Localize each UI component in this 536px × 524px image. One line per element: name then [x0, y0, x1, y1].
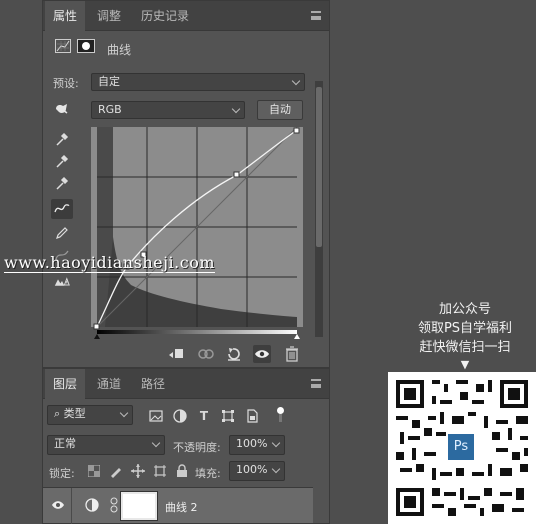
clipping-warning-icon[interactable]	[51, 271, 73, 291]
view-previous-icon[interactable]	[197, 345, 215, 363]
curve-point	[93, 323, 100, 330]
layer-row[interactable]: 曲线 2	[43, 487, 313, 524]
filter-kind-select[interactable]: ⌕ 类型	[47, 405, 133, 425]
curves-adjustment-icon	[83, 496, 101, 514]
lock-label: 锁定:	[49, 467, 75, 480]
panel-menu-icon[interactable]	[311, 379, 321, 388]
fill-input[interactable]: 100%	[229, 461, 285, 481]
eyedropper-white-icon[interactable]	[51, 173, 73, 193]
opacity-input[interactable]: 100%	[229, 435, 285, 455]
opacity-value: 100%	[236, 437, 268, 450]
tab-channels[interactable]: 通道	[97, 369, 121, 399]
layers-tab-bar: 图层 通道 路径	[43, 369, 329, 399]
filter-shape-icon[interactable]	[219, 407, 237, 425]
eye-icon[interactable]	[253, 345, 271, 363]
tab-history[interactable]: 历史记录	[141, 1, 189, 31]
curve-point	[233, 171, 240, 178]
tab-paths[interactable]: 路径	[141, 369, 165, 399]
eyedropper-black-icon[interactable]	[51, 129, 73, 149]
opacity-label: 不透明度:	[173, 441, 221, 454]
adjustment-title: 曲线	[107, 43, 132, 57]
watermark-url: www.haoyidianshejі.com	[4, 253, 216, 273]
lock-transparent-icon[interactable]	[85, 462, 103, 480]
layers-panel: 图层 通道 路径 ⌕ 类型 T 正常 不透明度: 100% 锁定: 填充: 10…	[42, 368, 330, 524]
properties-panel: 属性 调整 历史记录 曲线 预设: 自定 RGB 自动	[42, 0, 330, 368]
chevron-down-icon	[291, 76, 301, 86]
eye-icon[interactable]	[49, 496, 67, 514]
on-image-adjust-icon[interactable]	[51, 99, 73, 119]
curves-adjustment-icon	[55, 39, 71, 53]
preset-select[interactable]: 自定	[91, 73, 305, 91]
eyedropper-gray-icon[interactable]	[51, 151, 73, 171]
curve-point	[293, 127, 300, 134]
layer-name[interactable]: 曲线 2	[165, 499, 198, 515]
preset-value: 自定	[98, 75, 120, 88]
black-point-slider	[94, 334, 100, 339]
channel-value: RGB	[98, 103, 122, 116]
layer-mask-thumbnail[interactable]	[120, 491, 158, 521]
chevron-down-icon	[271, 438, 281, 448]
channel-select[interactable]: RGB	[91, 101, 245, 119]
filter-toggle-icon[interactable]	[277, 407, 284, 423]
filter-pixel-icon[interactable]	[147, 407, 165, 425]
fill-value: 100%	[236, 463, 268, 476]
curves-graph-svg[interactable]	[91, 126, 303, 339]
white-point-slider	[294, 334, 300, 339]
ps-logo-badge: Ps	[446, 432, 476, 462]
blend-mode-select[interactable]: 正常	[47, 435, 165, 455]
pencil-icon[interactable]	[51, 223, 73, 243]
chevron-down-icon	[151, 438, 161, 448]
search-icon: ⌕	[54, 407, 61, 420]
panel-menu-icon[interactable]	[311, 11, 321, 20]
promo-line-2: 领取PS自学福利	[417, 321, 513, 336]
properties-scrollbar[interactable]	[315, 81, 323, 337]
trash-icon[interactable]	[283, 345, 301, 363]
reset-icon[interactable]	[225, 345, 243, 363]
promo-line-1: 加公众号	[438, 302, 491, 317]
curves-graph[interactable]	[91, 126, 303, 339]
filter-kind-value: 类型	[63, 407, 86, 420]
lock-position-icon[interactable]	[129, 462, 147, 480]
scrollbar-thumb[interactable]	[316, 87, 322, 247]
mask-icon[interactable]	[77, 39, 95, 53]
chevron-down-icon	[119, 408, 129, 418]
filter-type-icon[interactable]: T	[195, 407, 213, 425]
fill-label: 填充:	[195, 467, 221, 480]
tab-adjustments[interactable]: 调整	[97, 1, 121, 31]
lock-artboard-icon[interactable]	[151, 462, 169, 480]
tab-properties[interactable]: 属性	[45, 1, 86, 31]
lock-all-icon[interactable]	[173, 462, 191, 480]
filter-adjustment-icon[interactable]	[171, 407, 189, 425]
chevron-down-icon	[231, 104, 241, 114]
filter-smart-object-icon[interactable]	[243, 407, 261, 425]
qr-code[interactable]: Ps	[388, 372, 536, 524]
chevron-down-icon	[271, 464, 281, 474]
auto-button[interactable]: 自动	[257, 100, 303, 120]
properties-tab-bar: 属性 调整 历史记录	[43, 1, 329, 31]
ps-logo: Ps	[448, 434, 474, 460]
preset-label: 预设:	[53, 77, 79, 90]
clip-to-layer-icon[interactable]	[167, 345, 185, 363]
tab-layers[interactable]: 图层	[45, 369, 86, 399]
curve-point-icon[interactable]	[51, 199, 73, 219]
blend-mode-value: 正常	[54, 437, 76, 450]
lock-pixels-icon[interactable]	[107, 462, 125, 480]
layer-divider	[71, 488, 72, 524]
